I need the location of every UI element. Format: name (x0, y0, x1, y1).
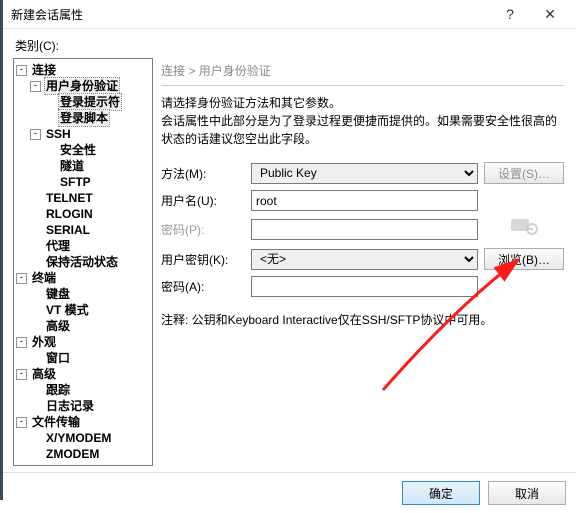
tree-logging[interactable]: 日志记录 (44, 398, 96, 414)
tree-appearance[interactable]: 外观 (30, 334, 58, 350)
userkey-label: 用户密钥(K): (161, 251, 245, 268)
tree-rlogin[interactable]: RLOGIN (44, 206, 95, 222)
tree-telnet[interactable]: TELNET (44, 190, 95, 206)
passphrase-input[interactable] (251, 276, 478, 297)
username-input[interactable] (251, 190, 478, 211)
cancel-button[interactable]: 取消 (488, 481, 566, 505)
description: 请选择身份验证方法和其它参数。 会话属性中此部分是为了登录过程更便捷而提供的。如… (161, 94, 564, 148)
separator (161, 85, 564, 86)
tree-keepalive[interactable]: 保持活动状态 (44, 254, 120, 270)
tree-trace[interactable]: 跟踪 (44, 382, 72, 398)
tree-login-script[interactable]: 登录脚本 (58, 109, 110, 127)
tree-advanced[interactable]: 高级 (30, 366, 58, 382)
title-bar: 新建会话属性 ? ✕ (3, 0, 576, 29)
password-label: 密码(P): (161, 221, 245, 238)
breadcrumb: 连接 > 用户身份验证 (161, 62, 564, 79)
note-text: 注释: 公钥和Keyboard Interactive仅在SSH/SFTP协议中… (161, 311, 564, 329)
category-tree[interactable]: -连接 -用户身份验证 登录提示符 登录脚本 -SSH 安全性 隧道 (13, 58, 153, 466)
close-button[interactable]: ✕ (530, 0, 570, 28)
collapse-icon[interactable]: - (16, 337, 27, 348)
collapse-icon[interactable]: - (16, 369, 27, 380)
dialog-buttons: 确定 取消 (3, 472, 576, 513)
tree-sftp[interactable]: SFTP (58, 174, 93, 190)
tree-file-transfer[interactable]: 文件传输 (30, 414, 82, 430)
window-title: 新建会话属性 (11, 6, 490, 23)
passphrase-label: 密码(A): (161, 278, 245, 295)
tree-vtmode[interactable]: VT 模式 (44, 302, 91, 318)
key-icon (509, 215, 539, 242)
category-label: 类别(C): (15, 37, 566, 54)
tree-adv-t[interactable]: 高级 (44, 318, 72, 334)
help-button[interactable]: ? (490, 0, 530, 28)
collapse-icon[interactable]: - (16, 65, 27, 76)
tree-ssh[interactable]: SSH (44, 126, 73, 142)
tree-keyboard[interactable]: 键盘 (44, 286, 72, 302)
tree-xymodem[interactable]: X/YMODEM (44, 430, 113, 446)
tree-zmodem[interactable]: ZMODEM (44, 446, 101, 462)
collapse-icon[interactable]: - (30, 81, 41, 92)
tree-serial[interactable]: SERIAL (44, 222, 92, 238)
method-select[interactable]: Public Key (251, 163, 478, 184)
collapse-icon[interactable]: - (30, 129, 41, 140)
tree-connection[interactable]: 连接 (30, 62, 58, 78)
tree-security[interactable]: 安全性 (58, 142, 98, 158)
tree-proxy[interactable]: 代理 (44, 238, 72, 254)
password-input (251, 219, 478, 240)
userkey-select[interactable]: <无> (251, 249, 478, 270)
collapse-icon[interactable]: - (16, 417, 27, 428)
ok-button[interactable]: 确定 (402, 481, 480, 505)
settings-button[interactable]: 设置(S)… (484, 162, 564, 184)
collapse-icon[interactable]: - (16, 273, 27, 284)
method-label: 方法(M): (161, 165, 245, 182)
settings-panel: 连接 > 用户身份验证 请选择身份验证方法和其它参数。 会话属性中此部分是为了登… (161, 58, 566, 466)
tree-tunnel[interactable]: 隧道 (58, 158, 86, 174)
tree-terminal[interactable]: 终端 (30, 270, 58, 286)
browse-button[interactable]: 浏览(B)… (484, 248, 564, 270)
tree-window[interactable]: 窗口 (44, 350, 72, 366)
username-label: 用户名(U): (161, 192, 245, 209)
